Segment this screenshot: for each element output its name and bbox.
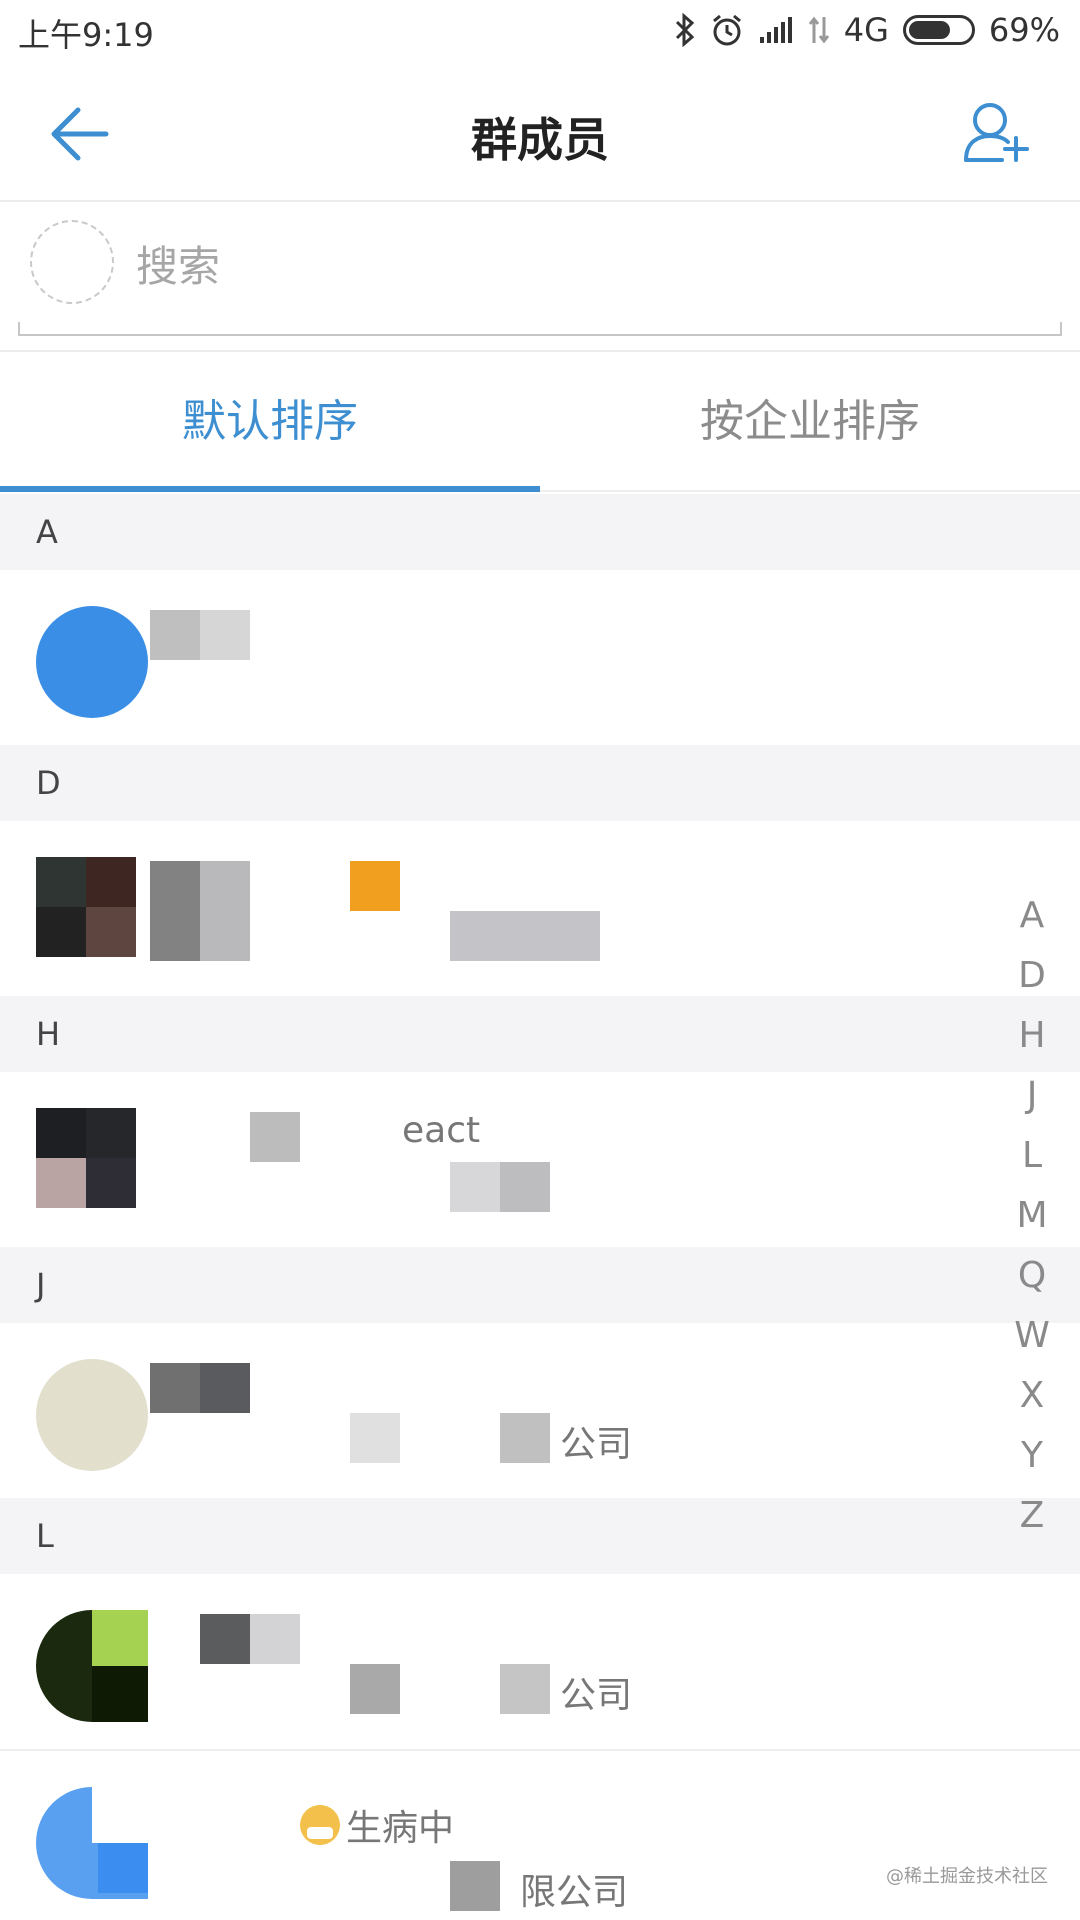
bluetooth-icon	[675, 13, 694, 47]
member-snippet: eact	[402, 1110, 481, 1151]
member-company: 公司	[560, 1424, 633, 1465]
blurred-name	[150, 861, 250, 961]
blurred-name	[200, 1614, 300, 1664]
index-letter[interactable]: M	[1016, 1186, 1047, 1246]
member-company: 公司	[560, 1675, 633, 1716]
blurred-company	[350, 1664, 400, 1714]
status-time: 上午9:19	[18, 16, 154, 54]
member-row[interactable]: 生病中 限公司	[0, 1749, 1080, 1920]
battery-icon	[902, 15, 975, 45]
member-row[interactable]: 公司	[0, 1323, 1080, 1498]
blurred-badge	[350, 861, 400, 911]
section-header-l: L	[0, 1498, 1080, 1574]
avatar	[36, 1610, 148, 1722]
index-letter[interactable]: L	[1022, 1126, 1042, 1186]
index-letter[interactable]: Q	[1018, 1246, 1046, 1306]
index-letter[interactable]: H	[1018, 1006, 1045, 1066]
member-row[interactable]	[0, 821, 1080, 996]
tab-company-sort[interactable]: 按企业排序	[540, 352, 1080, 490]
avatar	[36, 606, 148, 718]
avatar	[36, 1359, 148, 1471]
data-icon	[808, 16, 829, 44]
battery-level-fill	[908, 21, 950, 39]
status-bar: 上午9:19 4G 69%	[0, 0, 1080, 60]
index-letter[interactable]: Z	[1020, 1486, 1045, 1546]
watermark-text: @稀土掘金技术社区	[886, 1866, 1048, 1887]
search-area	[0, 202, 1080, 352]
blurred-subtitle	[450, 1162, 550, 1212]
blurred-name	[150, 1363, 250, 1413]
index-letter[interactable]: D	[1018, 946, 1046, 1006]
blurred-company	[350, 1413, 400, 1463]
member-status-tag: 生病中	[300, 1799, 454, 1851]
signal-icon	[759, 17, 792, 43]
alarm-icon	[712, 14, 741, 46]
member-company: 限公司	[520, 1872, 629, 1913]
blurred-company	[500, 1413, 550, 1463]
member-row[interactable]: 公司	[0, 1574, 1080, 1749]
section-header-j: J	[0, 1247, 1080, 1323]
page-title: 群成员	[471, 113, 609, 167]
avatar	[36, 1787, 148, 1899]
search-avatar-placeholder	[30, 220, 114, 304]
sort-tabs: 默认排序 按企业排序	[0, 352, 1080, 492]
tab-default-sort[interactable]: 默认排序	[0, 352, 540, 492]
member-status-text: 生病中	[346, 1808, 455, 1849]
blurred-name	[150, 610, 250, 660]
blurred-subtitle	[450, 911, 600, 961]
index-letter[interactable]: A	[1020, 886, 1045, 946]
blurred-company	[450, 1861, 500, 1911]
section-header-a: A	[0, 494, 1080, 570]
battery-percent: 69%	[988, 11, 1060, 49]
alphabet-index-bar[interactable]: A D H J L M Q W X Y Z	[1002, 886, 1062, 1546]
add-user-icon	[964, 103, 1029, 162]
index-letter[interactable]: W	[1014, 1306, 1050, 1366]
add-member-button[interactable]	[958, 94, 1038, 174]
blurred-company	[500, 1664, 550, 1714]
avatar	[36, 1108, 148, 1220]
network-type: 4G	[843, 11, 889, 49]
member-row[interactable]	[0, 570, 1080, 745]
blurred-name	[250, 1112, 300, 1162]
search-underline	[18, 322, 1062, 336]
header-bar: 群成员	[0, 60, 1080, 202]
member-row[interactable]: eact	[0, 1072, 1080, 1247]
section-header-h: H	[0, 996, 1080, 1072]
mask-face-icon	[300, 1805, 340, 1845]
index-letter[interactable]: J	[1027, 1066, 1038, 1126]
avatar	[36, 857, 148, 969]
status-icons: 4G 69%	[674, 10, 1060, 50]
search-input[interactable]	[136, 234, 1016, 298]
member-list: A D H eact J 公司 L 公司 生病中 限公司	[0, 494, 1080, 1920]
index-letter[interactable]: X	[1020, 1366, 1045, 1426]
index-letter[interactable]: Y	[1021, 1426, 1043, 1486]
section-header-d: D	[0, 745, 1080, 821]
